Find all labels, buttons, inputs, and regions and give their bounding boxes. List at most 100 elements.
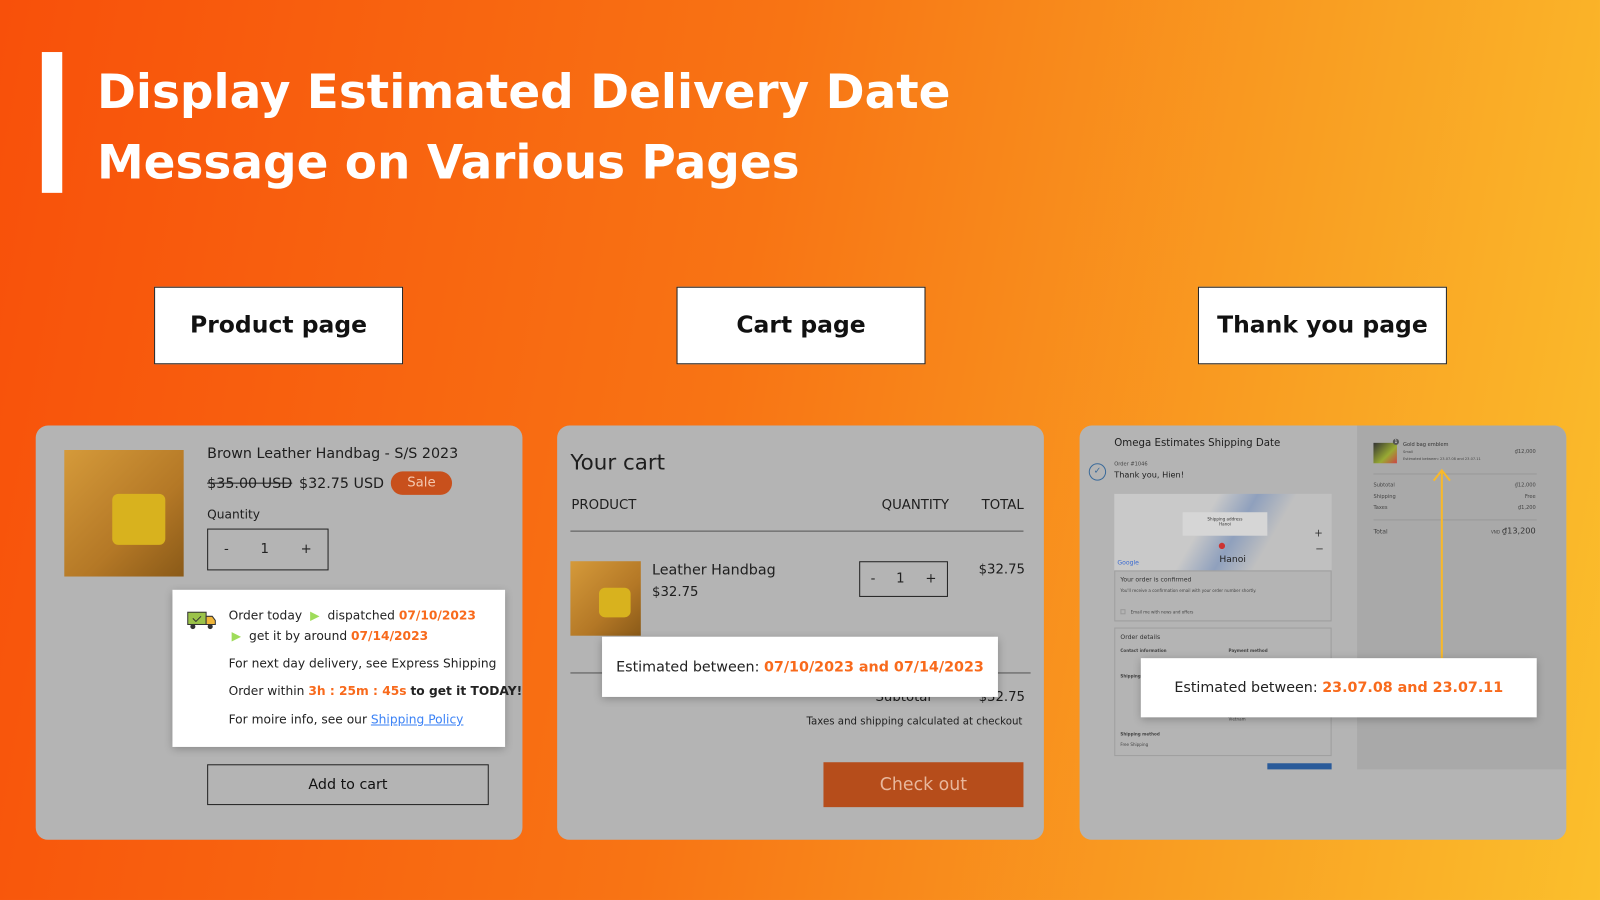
old-price: $35.00 USD (207, 475, 293, 492)
quantity-stepper[interactable]: - 1 + (207, 528, 329, 571)
store-name: Omega Estimates Shipping Date (1114, 437, 1281, 449)
zoom-out-icon[interactable]: − (1315, 544, 1324, 555)
cart-title: Your cart (570, 449, 666, 475)
taxes-value: ₫1,200 (1517, 505, 1536, 512)
taxes-label: Taxes (1373, 505, 1388, 512)
shipping-policy-link[interactable]: Shipping Policy (371, 712, 464, 726)
shipping-method-value: Free Shipping (1120, 741, 1149, 747)
label-thankyou-page: Thank you page (1197, 286, 1447, 365)
confirmation-box: Your order is confirmed You'll receive a… (1114, 570, 1332, 622)
estimate-value: 23.07.08 and 23.07.11 (1322, 679, 1504, 696)
thanks-text: Thank you, Hien! (1114, 470, 1184, 480)
cart-item-image (570, 561, 641, 636)
product-name: Brown Leather Handbag - S/S 2023 (207, 445, 459, 463)
email-opt-label: Email me with news and offers (1130, 609, 1194, 615)
add-to-cart-button[interactable]: Add to cart (207, 764, 489, 806)
google-logo: Google (1117, 559, 1139, 567)
dispatch-line: Order today ▶ dispatched 07/10/2023 (229, 608, 476, 622)
contact-label: Contact information (1120, 647, 1167, 654)
summary-item-image (1373, 442, 1397, 464)
product-image (64, 449, 184, 577)
estimate-label: Estimated between: (1174, 679, 1318, 696)
next-day-text: For next day delivery, see Express Shipp… (228, 656, 497, 671)
cart-item-price: $32.75 (652, 584, 699, 600)
map-pin-icon: ● (1218, 540, 1226, 550)
qty-minus-button[interactable]: - (224, 542, 229, 557)
divider (1373, 473, 1537, 475)
more-info-line: For moire info, see our Shipping Policy (229, 712, 464, 726)
countdown-timer: 3h : 25m : 45s (308, 683, 407, 698)
estimate-label: Estimated between: (616, 658, 760, 675)
total-label: Total (1373, 528, 1388, 536)
dispatch-date: 07/10/2023 (398, 608, 476, 623)
thankyou-estimate-popup: Estimated between: 23.07.08 and 23.07.11 (1140, 658, 1537, 718)
title-line-1: Display Estimated Delivery Date (96, 64, 951, 120)
map-popup: Shipping address Hanoi (1182, 512, 1268, 536)
label-product-page: Product page (154, 286, 404, 365)
shipping-method-label: Shipping method (1120, 731, 1160, 737)
dispatched-text: dispatched (327, 608, 395, 623)
subtotal-label: Subtotal (1373, 482, 1395, 489)
thankyou-page-card: Omega Estimates Shipping Date ✓ Order #1… (1079, 425, 1567, 840)
total-value: ₫13,200 (1501, 526, 1536, 536)
page-title: Display Estimated Delivery Date Message … (97, 57, 951, 198)
title-line-2: Message on Various Pages (96, 134, 800, 190)
label-cart-page: Cart page (676, 286, 926, 365)
cart-item-total: $32.75 (978, 562, 1025, 578)
qty-value[interactable]: 1 (896, 571, 904, 586)
order-details-title: Order details (1120, 633, 1161, 641)
qty-plus-button[interactable]: + (925, 571, 936, 586)
summary-item-price: ₫12,000 (1514, 448, 1536, 456)
checkout-button[interactable]: Check out (823, 762, 1024, 808)
quantity-label: Quantity (207, 507, 261, 522)
banner: Display Estimated Delivery Date Message … (0, 0, 1600, 900)
get-it-text: get it by around (249, 628, 348, 643)
confirmed-subtext: You'll receive a confirmation email with… (1120, 587, 1257, 593)
taxes-note: Taxes and shipping calculated at checkou… (806, 716, 1023, 728)
play-arrow-icon: ▶ (231, 628, 242, 643)
estimate-value: 07/10/2023 and 07/14/2023 (763, 658, 984, 675)
col-product: PRODUCT (571, 497, 637, 514)
summary-item-variant: Small (1403, 449, 1413, 455)
summary-item-estimate: Estimated between: 23.07.08 and 23.07.11 (1403, 457, 1481, 462)
confirmed-text: Your order is confirmed (1120, 576, 1192, 584)
divider (570, 530, 1024, 532)
shipping-label: Shipping (1373, 493, 1396, 500)
countdown-line: Order within 3h : 25m : 45s to get it TO… (229, 684, 523, 698)
summary-item-name: Gold bag emblem (1403, 441, 1449, 448)
qty-value[interactable]: 1 (260, 542, 268, 557)
shipping-value: Free (1524, 493, 1536, 500)
qty-minus-button[interactable]: - (871, 571, 876, 586)
cart-estimate-popup: Estimated between: 07/10/2023 and 07/14/… (602, 636, 998, 697)
item-qty-badge: 1 (1392, 438, 1399, 445)
subtotal-value: ₫12,000 (1514, 482, 1536, 489)
cart-page-card: Your cart PRODUCT QUANTITY TOTAL Leather… (557, 425, 1044, 840)
zoom-in-icon[interactable]: + (1314, 529, 1323, 540)
payment-label: Payment method (1228, 647, 1268, 654)
arrow-up-icon (1432, 468, 1451, 661)
play-arrow-icon: ▶ (310, 608, 320, 623)
order-number: Order #1046 (1114, 461, 1148, 468)
cart-quantity-stepper[interactable]: - 1 + (859, 561, 948, 597)
map[interactable]: Shipping address Hanoi ● Hanoi Google + − (1114, 493, 1332, 571)
more-info-text: For moire info, see our (228, 712, 367, 727)
arrival-line: ▶ get it by around 07/14/2023 (232, 629, 428, 643)
continue-button[interactable] (1267, 763, 1332, 770)
cart-item-name[interactable]: Leather Handbag (652, 562, 776, 578)
check-circle-icon: ✓ (1088, 463, 1107, 481)
qty-plus-button[interactable]: + (301, 542, 312, 557)
order-summary-panel (1357, 425, 1567, 770)
currency: VND (1490, 529, 1500, 535)
today-text: to get it TODAY! (410, 683, 523, 698)
sale-badge: Sale (390, 471, 453, 495)
col-quantity: QUANTITY (881, 497, 950, 514)
col-total: TOTAL (981, 497, 1024, 514)
email-checkbox[interactable] (1120, 609, 1126, 615)
arrival-date: 07/14/2023 (351, 628, 429, 643)
divider (1373, 519, 1537, 521)
order-within-text: Order within (228, 683, 305, 698)
delivery-estimate-popup: Order today ▶ dispatched 07/10/2023 ▶ ge… (172, 589, 522, 747)
map-city-label: Hanoi (1219, 555, 1246, 566)
order-today-text: Order today (228, 608, 303, 623)
title-accent-bar (41, 52, 63, 193)
